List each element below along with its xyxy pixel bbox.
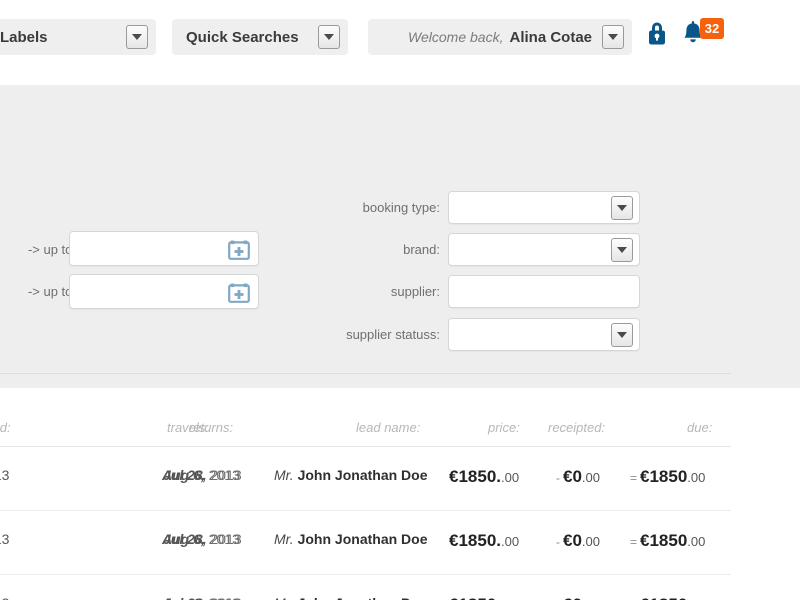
cell-booked: 013 bbox=[0, 595, 9, 600]
date-to-input[interactable] bbox=[69, 274, 259, 309]
quick-searches-dropdown[interactable]: Quick Searches bbox=[172, 19, 348, 55]
lock-icon[interactable] bbox=[645, 20, 669, 46]
brand-label: brand: bbox=[300, 242, 440, 257]
table-row[interactable]: 013 Jul 28, 2013 Aug 6, 2013 Mr. John Jo… bbox=[0, 575, 731, 600]
results-table: ked: travels: returns: lead name: price:… bbox=[0, 388, 731, 600]
chevron-down-icon[interactable] bbox=[602, 25, 624, 49]
table-header-row: ked: travels: returns: lead name: price:… bbox=[0, 388, 731, 447]
column-header-booked[interactable]: ked: bbox=[0, 420, 11, 435]
chevron-down-icon[interactable] bbox=[126, 25, 148, 49]
labels-dropdown[interactable]: Labels bbox=[0, 19, 156, 55]
cell-due: =€1850.00 bbox=[630, 531, 705, 551]
quick-searches-dropdown-label: Quick Searches bbox=[186, 29, 299, 46]
booking-type-select[interactable] bbox=[448, 191, 640, 224]
calendar-plus-icon[interactable] bbox=[227, 280, 251, 304]
chevron-down-icon[interactable] bbox=[611, 196, 633, 220]
notification-badge[interactable]: 32 bbox=[700, 18, 724, 39]
date-to-label: -> up to: bbox=[0, 284, 76, 299]
welcome-prefix-label: Welcome back, bbox=[408, 29, 503, 45]
supplier-status-label: supplier statuss: bbox=[280, 327, 440, 342]
cell-price: €1850..00 bbox=[449, 467, 519, 487]
chevron-down-icon[interactable] bbox=[318, 25, 340, 49]
cell-receipted: -€0.00 bbox=[556, 531, 600, 551]
cell-booked: 013 bbox=[0, 467, 9, 483]
panel-divider bbox=[0, 373, 731, 374]
cell-lead-name: Mr. John Jonathan Doe bbox=[274, 531, 428, 547]
cell-booked: 013 bbox=[0, 531, 9, 547]
cell-due: =€1850.00 bbox=[630, 595, 705, 600]
cell-returns: Aug 6, 2013 bbox=[162, 595, 240, 600]
user-name-label: Alina Cotae bbox=[509, 29, 592, 46]
table-row[interactable]: 013 Jul 28, 2013 Aug 6, 2013 Mr. John Jo… bbox=[0, 447, 731, 511]
column-header-returns[interactable]: returns: bbox=[189, 420, 233, 435]
supplier-input[interactable] bbox=[448, 275, 640, 308]
cell-lead-name: Mr. John Jonathan Doe bbox=[274, 467, 428, 483]
booking-type-label: booking type: bbox=[300, 200, 440, 215]
column-header-price[interactable]: price: bbox=[488, 420, 520, 435]
user-account-dropdown[interactable]: Welcome back, Alina Cotae bbox=[368, 19, 632, 55]
app-root: Labels Quick Searches Welcome back, Alin… bbox=[0, 0, 800, 600]
cell-receipted: -€0.00 bbox=[556, 467, 600, 487]
calendar-plus-icon[interactable] bbox=[227, 237, 251, 261]
labels-dropdown-label: Labels bbox=[0, 29, 48, 46]
cell-due: =€1850.00 bbox=[630, 467, 705, 487]
supplier-status-select[interactable] bbox=[448, 318, 640, 351]
top-bar: Labels Quick Searches Welcome back, Alin… bbox=[0, 0, 800, 85]
table-row[interactable]: 013 Jul 28, 2013 Aug 6, 2013 Mr. John Jo… bbox=[0, 511, 731, 575]
column-header-lead-name[interactable]: lead name: bbox=[356, 420, 420, 435]
chevron-down-icon[interactable] bbox=[611, 323, 633, 347]
brand-select[interactable] bbox=[448, 233, 640, 266]
cell-returns: Aug 6, 2013 bbox=[162, 531, 240, 547]
column-header-receipted[interactable]: receipted: bbox=[548, 420, 605, 435]
cell-lead-name: Mr. John Jonathan Doe bbox=[274, 595, 428, 600]
search-panel: -> up to: -> up to: bbox=[0, 85, 800, 388]
date-from-input[interactable] bbox=[69, 231, 259, 266]
cell-receipted: -€0.00 bbox=[556, 595, 600, 600]
date-from-label: -> up to: bbox=[0, 242, 76, 257]
supplier-label: supplier: bbox=[300, 284, 440, 299]
column-header-due[interactable]: due: bbox=[687, 420, 712, 435]
cell-price: €1850..00 bbox=[449, 531, 519, 551]
chevron-down-icon[interactable] bbox=[611, 238, 633, 262]
cell-price: €1850..00 bbox=[449, 595, 519, 600]
cell-returns: Aug 6, 2013 bbox=[162, 467, 240, 483]
